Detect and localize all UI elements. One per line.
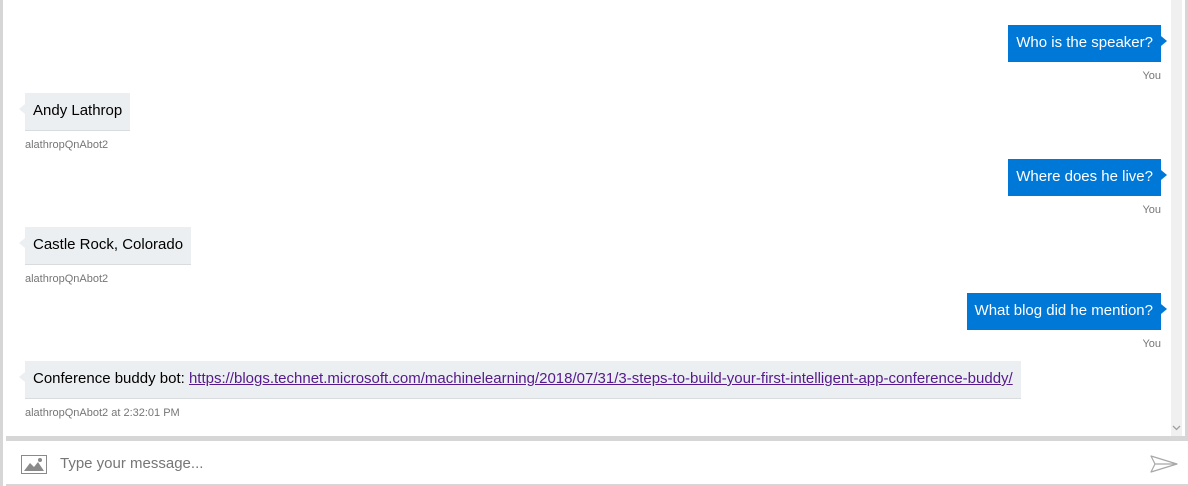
message-input[interactable] <box>60 447 1120 479</box>
message-sender: You <box>1142 70 1161 82</box>
bot-message: Conference buddy bot: https://blogs.tech… <box>19 361 1021 420</box>
bot-message-text: Conference buddy bot: <box>33 370 189 387</box>
bot-message: Castle Rock, Colorado alathropQnAbot2 <box>18 227 192 286</box>
send-icon <box>1150 455 1178 473</box>
message-sender: You <box>1142 338 1161 350</box>
blog-link[interactable]: https://blogs.technet.microsoft.com/mach… <box>189 370 1013 387</box>
chat-window: Who is the speaker? You Andy Lathrop ala… <box>0 0 1188 486</box>
bot-message-bubble: Andy Lathrop <box>18 93 131 131</box>
chat-transcript: Who is the speaker? You Andy Lathrop ala… <box>6 0 1177 436</box>
bot-message-bubble: Conference buddy bot: https://blogs.tech… <box>19 361 1021 399</box>
user-message-bubble: Who is the speaker? <box>1008 25 1167 62</box>
send-button[interactable] <box>1148 453 1180 475</box>
user-message: Where does he live? You <box>1008 159 1167 217</box>
scroll-down-arrow-icon[interactable] <box>1171 423 1182 432</box>
message-sender-timestamp: alathropQnAbot2 at 2:32:01 PM <box>25 407 180 419</box>
user-message-bubble: What blog did he mention? <box>966 293 1168 330</box>
user-message: What blog did he mention? You <box>966 293 1168 351</box>
message-sender: alathropQnAbot2 <box>25 139 109 151</box>
transcript-scrollbar[interactable] <box>1171 0 1182 436</box>
bot-message-bubble: Castle Rock, Colorado <box>18 227 192 265</box>
user-message: Who is the speaker? You <box>1008 25 1167 83</box>
user-message-bubble: Where does he live? <box>1008 159 1167 196</box>
message-composer <box>6 436 1188 486</box>
message-sender: You <box>1142 204 1161 216</box>
message-sender: alathropQnAbot2 <box>25 273 109 285</box>
bot-message: Andy Lathrop alathropQnAbot2 <box>18 93 131 152</box>
image-upload-button[interactable] <box>20 453 48 475</box>
image-icon <box>21 454 47 474</box>
